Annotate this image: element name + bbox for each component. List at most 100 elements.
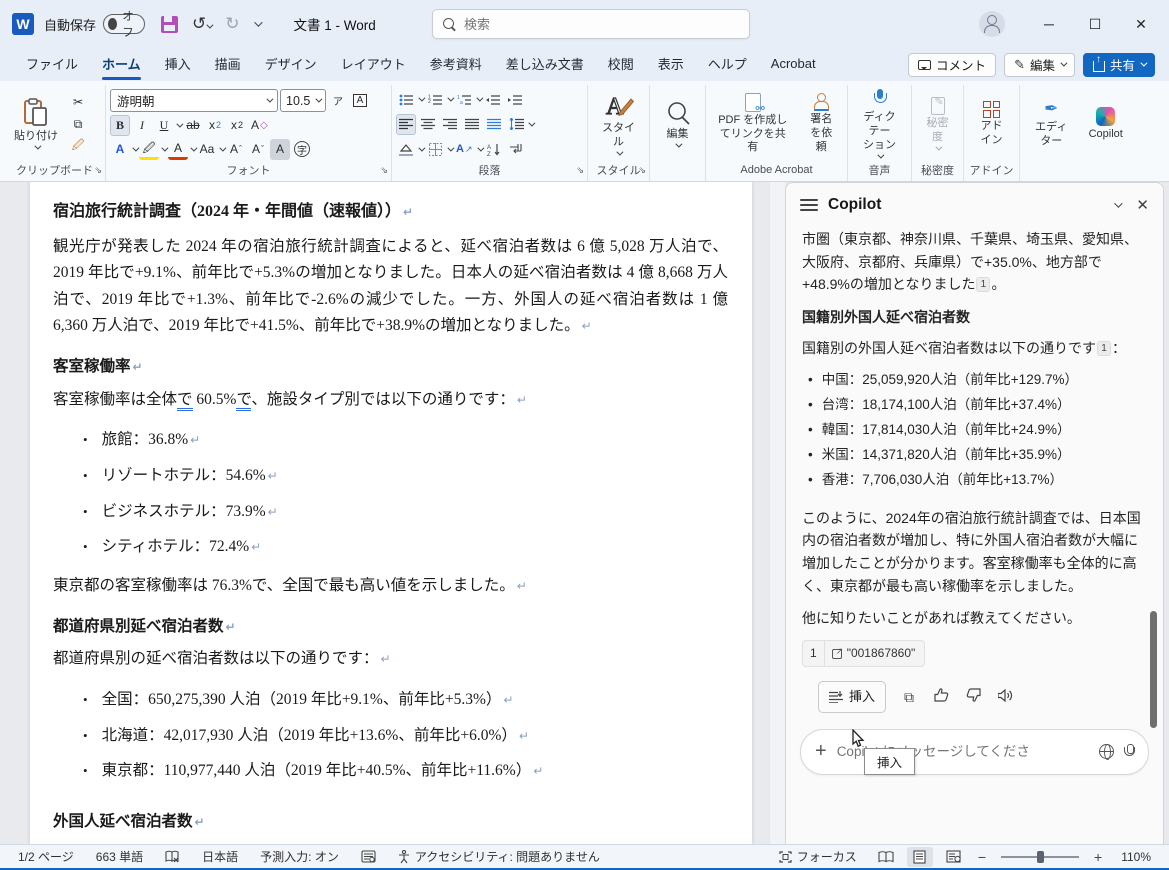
decrease-indent-button[interactable] [483,89,503,110]
accessibility-status[interactable]: アクセシビリティ: 問題ありません [390,848,608,865]
character-shading-button[interactable]: A [270,139,290,160]
search-input[interactable] [464,17,684,32]
format-painter-button[interactable]: 🖉 [68,136,88,157]
close-pane-icon[interactable]: ✕ [1136,196,1149,214]
clipboard-dialog-launcher[interactable]: ⇘ [94,165,102,176]
cut-button[interactable]: ✂ [68,91,88,112]
tab-insert[interactable]: 挿入 [153,48,203,81]
citation-marker[interactable]: 1 [1097,341,1111,356]
add-attachment-icon[interactable]: + [815,740,827,763]
justify-button[interactable] [462,114,482,135]
account-avatar[interactable] [979,11,1005,37]
change-case-button[interactable]: Aa [197,139,217,160]
font-size-select[interactable]: 10.5 [280,89,326,112]
word-count[interactable]: 663 単語 [88,848,151,865]
tab-mailings[interactable]: 差し込み文書 [494,48,596,81]
voice-input-icon[interactable] [1124,744,1134,759]
align-left-button[interactable] [396,114,416,135]
subscript-button[interactable]: x2 [205,115,225,136]
underline-button[interactable]: U [154,115,174,136]
highlight-color-button[interactable]: 🖉 [139,139,159,160]
save-icon[interactable] [161,16,178,33]
maximize-button[interactable]: ☐ [1075,7,1115,41]
italic-button[interactable]: I [132,115,152,136]
page-indicator[interactable]: 1/2 ページ [10,848,82,865]
tab-design[interactable]: デザイン [253,48,329,81]
tab-file[interactable]: ファイル [14,48,90,81]
share-button[interactable]: 共有 [1083,53,1155,77]
zoom-slider-thumb[interactable] [1037,851,1044,863]
ruby-guide-button[interactable]: ア [328,90,348,111]
autosave-toggle[interactable]: オフ [103,14,145,34]
thumbs-up-icon[interactable] [932,686,950,709]
editing-mode-button[interactable]: ✎ 編集 [1004,53,1075,77]
document-page[interactable]: 宿泊旅行統計調査（2024 年・年間値（速報値））↵ 観光庁が発表した 2024… [30,182,752,844]
tab-review[interactable]: 校閲 [596,48,646,81]
document-scrollbar[interactable] [769,182,785,844]
align-right-button[interactable] [440,114,460,135]
increase-indent-button[interactable] [505,89,525,110]
borders-button[interactable] [425,139,445,160]
paste-button[interactable]: 貼り付け [8,96,64,153]
tab-home[interactable]: ホーム [90,48,153,81]
web-search-icon[interactable] [1099,744,1114,759]
enclose-characters-button[interactable]: 字 [292,139,312,160]
read-mode-button[interactable] [873,847,899,867]
autosave-control[interactable]: 自動保存 オフ [44,14,145,34]
copy-response-icon[interactable]: ⧉ [900,686,918,709]
collapse-pane-chevron-icon[interactable] [1115,199,1123,207]
zoom-percentage[interactable]: 110% [1113,850,1159,864]
create-pdf-button[interactable]: PDF を作成し てリンクを共有 [710,91,796,157]
menu-icon[interactable] [800,199,818,211]
tab-help[interactable]: ヘルプ [696,48,759,81]
zoom-out-button[interactable]: − [975,849,989,865]
font-color-button[interactable]: A [168,139,188,160]
styles-button[interactable]: A スタイル [592,90,645,159]
word-logo-icon[interactable]: W [12,13,34,35]
paragraph-dialog-launcher[interactable]: ⇘ [576,165,584,176]
text-prediction-indicator[interactable]: 予測入力: オン [252,848,347,865]
undo-icon[interactable]: ↺ [192,14,211,34]
thumbs-down-icon[interactable] [964,686,982,709]
copilot-scrollbar-thumb[interactable] [1150,611,1157,728]
bullets-button[interactable] [396,89,416,110]
font-dialog-launcher[interactable]: ⇘ [380,165,388,176]
tab-acrobat[interactable]: Acrobat [759,50,828,79]
align-center-button[interactable] [418,114,438,135]
request-signatures-button[interactable]: 署名 を依頼 [800,91,844,156]
redo-icon[interactable]: ↻ [225,14,239,34]
zoom-slider[interactable] [1001,856,1079,858]
font-name-select[interactable]: 游明朝 [110,89,278,112]
read-aloud-icon[interactable] [996,686,1014,709]
citation-marker[interactable]: 1 [976,277,990,292]
character-border-button[interactable]: A [350,90,370,111]
language-indicator[interactable]: 日本語 [194,848,246,865]
multilevel-list-button[interactable]: 1a [454,89,474,110]
styles-dialog-launcher[interactable]: ⇘ [638,165,646,176]
sort-button[interactable]: AZ [484,139,504,160]
bold-button[interactable]: B [110,115,130,136]
zoom-in-button[interactable]: + [1091,849,1105,865]
shading-button[interactable] [396,139,416,160]
print-layout-button[interactable] [907,847,933,867]
grow-font-button[interactable]: Aˆ [226,139,246,160]
editor-button[interactable]: ✒ エディ ター [1029,97,1073,151]
copy-button[interactable]: ⧉ [68,114,88,135]
sensitivity-button[interactable]: 秘密 度 [921,95,955,154]
line-spacing-button[interactable] [506,114,526,135]
text-effects-button[interactable]: A [110,139,130,160]
tab-references[interactable]: 参考資料 [418,48,494,81]
strikethrough-button[interactable]: ab [183,115,203,136]
search-box[interactable] [432,9,750,39]
numbering-button[interactable]: 12 [425,89,445,110]
tab-layout[interactable]: レイアウト [329,48,418,81]
focus-mode-button[interactable]: フォーカス [771,848,865,865]
close-button[interactable]: ✕ [1121,7,1161,41]
dictate-button[interactable]: ディクテー ション [852,87,907,161]
addins-button[interactable]: アド イン [975,99,1009,150]
editor-stats-icon[interactable] [353,850,384,863]
distribute-button[interactable] [484,114,504,135]
insert-button[interactable]: 挿入 [818,681,886,712]
show-paragraph-marks-button[interactable] [506,139,526,160]
asian-layout-button[interactable]: A↗ [454,139,475,160]
